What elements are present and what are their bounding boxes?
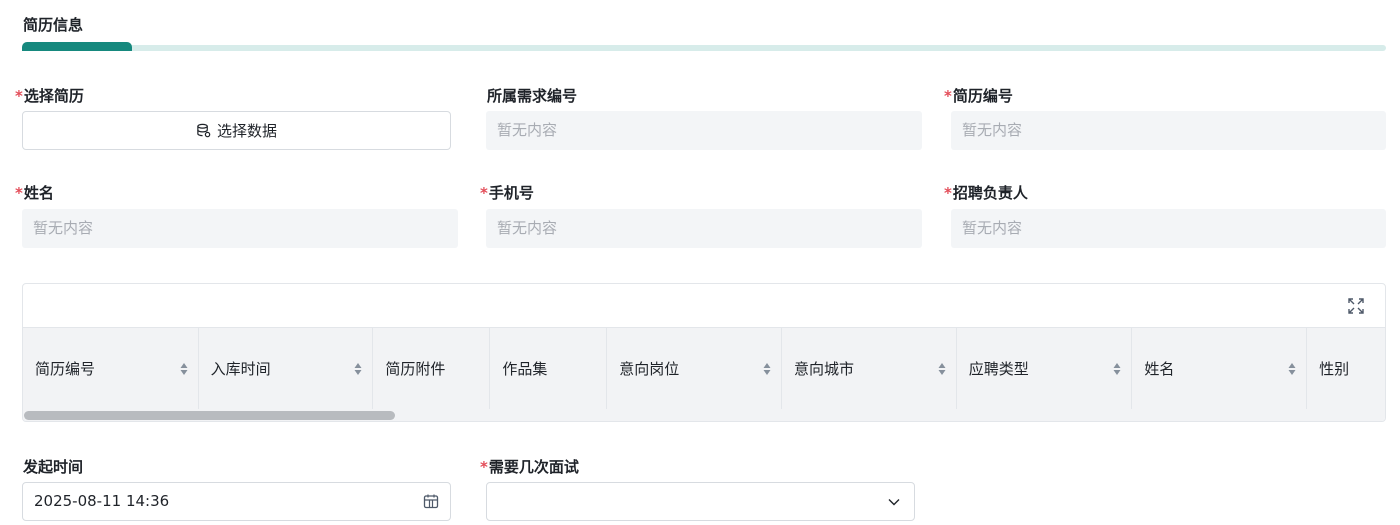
- sort-icon[interactable]: [763, 362, 771, 376]
- column-header-city[interactable]: 意向城市: [782, 328, 957, 409]
- section-title: 简历信息: [23, 16, 84, 34]
- horizontal-scrollbar[interactable]: [23, 409, 1385, 421]
- calendar-icon[interactable]: [423, 493, 439, 509]
- sort-icon[interactable]: [354, 362, 362, 376]
- fullscreen-icon[interactable]: [1347, 297, 1365, 315]
- sort-icon[interactable]: [180, 362, 188, 376]
- column-header-gender[interactable]: 性别: [1307, 328, 1385, 409]
- resume-number-field: 暂无内容: [951, 111, 1386, 150]
- sort-icon[interactable]: [1288, 362, 1296, 376]
- column-header-resume-number[interactable]: 简历编号: [23, 328, 199, 409]
- start-time-input[interactable]: 2025-08-11 14:36: [22, 482, 451, 521]
- interview-rounds-select[interactable]: [486, 482, 915, 521]
- resume-number-label: *简历编号: [944, 87, 1013, 105]
- phone-label: *手机号: [480, 184, 534, 202]
- sort-icon[interactable]: [938, 362, 946, 376]
- column-header-apply-type[interactable]: 应聘类型: [957, 328, 1133, 409]
- column-header-position[interactable]: 意向岗位: [607, 328, 782, 409]
- chevron-down-icon: [888, 499, 900, 506]
- column-header-portfolio: 作品集: [490, 328, 608, 409]
- column-header-stored-time[interactable]: 入库时间: [199, 328, 374, 409]
- demand-number-label: 所属需求编号: [487, 87, 578, 105]
- demand-number-field: 暂无内容: [486, 111, 922, 150]
- tab-underline-active: [22, 42, 132, 51]
- phone-field: 暂无内容: [486, 209, 922, 248]
- sort-icon[interactable]: [1113, 362, 1121, 376]
- interview-rounds-label: *需要几次面试: [480, 458, 579, 476]
- required-mark: *: [15, 87, 23, 105]
- name-label: *姓名: [15, 184, 54, 202]
- column-header-name[interactable]: 姓名: [1132, 328, 1308, 409]
- name-field: 暂无内容: [22, 209, 458, 248]
- tab-underline-track: [22, 45, 1386, 51]
- table-header-row: 简历编号 入库时间 简历附件 作品集 意向岗位 意向城市 应聘类型 姓名 性别: [23, 327, 1385, 409]
- start-time-label: 发起时间: [23, 458, 84, 476]
- table-toolbar: [23, 284, 1385, 327]
- select-data-button[interactable]: 选择数据: [22, 111, 451, 150]
- database-icon: [196, 123, 211, 138]
- start-time-value: 2025-08-11 14:36: [34, 492, 170, 510]
- recruiter-label: *招聘负责人: [944, 184, 1028, 202]
- resume-table: 简历编号 入库时间 简历附件 作品集 意向岗位 意向城市 应聘类型 姓名 性别: [22, 283, 1386, 422]
- recruiter-field: 暂无内容: [951, 209, 1386, 248]
- select-resume-label: *选择简历: [15, 87, 84, 105]
- column-header-attachment: 简历附件: [373, 328, 491, 409]
- select-data-button-label: 选择数据: [216, 122, 277, 140]
- horizontal-scrollbar-thumb[interactable]: [24, 411, 395, 420]
